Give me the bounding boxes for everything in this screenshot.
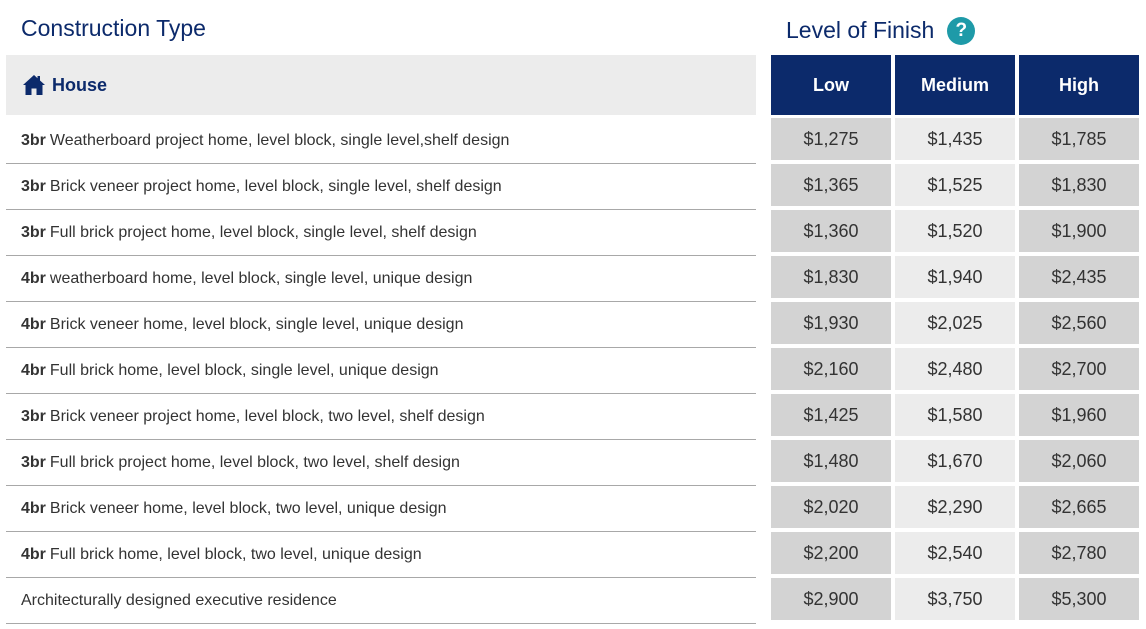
price-medium: $1,435 [895,118,1015,160]
table-row: 4br weatherboard home, level block, singl… [0,256,1146,302]
price-medium: $2,480 [895,348,1015,390]
price-low: $2,900 [771,578,891,620]
table-row: 4br Brick veneer home, level block, singl… [0,302,1146,348]
bedroom-count: 4br [21,499,46,517]
bedroom-count: 4br [21,269,46,287]
level-header-medium: Medium [895,55,1015,115]
price-high: $1,960 [1019,394,1139,436]
construction-description: 3br Full brick project home, level block,… [6,440,756,486]
description-text: weatherboard home, level block, single l… [49,269,473,287]
price-low: $1,830 [771,256,891,298]
table-row: 3br Brick veneer project home, level bloc… [0,394,1146,440]
level-of-finish-label: Level of Finish [786,16,935,43]
description-text: Brick veneer home, level block, two leve… [49,499,447,517]
description-text: Full brick home, level block, two level,… [49,545,422,563]
price-medium: $2,290 [895,486,1015,528]
bedroom-count: 3br [21,407,46,425]
price-high: $1,785 [1019,118,1139,160]
price-medium: $2,025 [895,302,1015,344]
construction-description: Architecturally designed executive resid… [6,578,756,624]
description-text: Weatherboard project home, level block, … [49,131,510,149]
price-table: 3br Weatherboard project home, level bloc… [0,118,1146,624]
construction-description: 4br Full brick home, level block, two lev… [6,532,756,578]
price-low: $2,020 [771,486,891,528]
price-medium: $3,750 [895,578,1015,620]
price-high: $2,700 [1019,348,1139,390]
price-high: $1,900 [1019,210,1139,252]
description-text: Full brick project home, level block, tw… [49,453,460,471]
description-text: Brick veneer project home, level block, … [49,407,485,425]
price-medium: $1,525 [895,164,1015,206]
price-high: $1,830 [1019,164,1139,206]
price-high: $2,060 [1019,440,1139,482]
price-high: $2,560 [1019,302,1139,344]
construction-description: 3br Full brick project home, level block,… [6,210,756,256]
price-high: $2,435 [1019,256,1139,298]
table-row: 4br Full brick home, level block, single … [0,348,1146,394]
price-low: $2,200 [771,532,891,574]
price-low: $1,360 [771,210,891,252]
price-high: $5,300 [1019,578,1139,620]
bedroom-count: 4br [21,545,46,563]
price-low: $1,930 [771,302,891,344]
bedroom-count: 4br [21,315,46,333]
construction-description: 4br Full brick home, level block, single … [6,348,756,394]
construction-description: 4br Brick veneer home, level block, singl… [6,302,756,348]
price-medium: $2,540 [895,532,1015,574]
bedroom-count: 4br [21,361,46,379]
house-category-bar: House [6,55,756,115]
table-row: 3br Brick veneer project home, level bloc… [0,164,1146,210]
table-row: 3br Weatherboard project home, level bloc… [0,118,1146,164]
bedroom-count: 3br [21,453,46,471]
level-of-finish-title: Level of Finish ? [786,15,976,45]
price-low: $1,365 [771,164,891,206]
construction-type-title: Construction Type [21,15,206,41]
table-row: 4br Brick veneer home, level block, two l… [0,486,1146,532]
price-high: $2,780 [1019,532,1139,574]
construction-description: 3br Brick veneer project home, level bloc… [6,394,756,440]
table-row: 4br Full brick home, level block, two lev… [0,532,1146,578]
description-text: Architecturally designed executive resid… [21,591,337,609]
table-row: 3br Full brick project home, level block,… [0,440,1146,486]
bedroom-count: 3br [21,223,46,241]
price-medium: $1,580 [895,394,1015,436]
construction-description: 3br Weatherboard project home, level bloc… [6,118,756,164]
price-medium: $1,670 [895,440,1015,482]
house-label: House [52,74,108,95]
description-text: Brick veneer home, level block, single l… [49,315,464,333]
price-high: $2,665 [1019,486,1139,528]
table-row: Architecturally designed executive resid… [0,578,1146,624]
bedroom-count: 3br [21,177,46,195]
table-row: 3br Full brick project home, level block,… [0,210,1146,256]
price-low: $1,275 [771,118,891,160]
construction-description: 3br Brick veneer project home, level bloc… [6,164,756,210]
price-medium: $1,940 [895,256,1015,298]
construction-description: 4br weatherboard home, level block, singl… [6,256,756,302]
help-icon[interactable]: ? [947,17,976,45]
price-low: $2,160 [771,348,891,390]
house-icon [22,74,46,96]
price-low: $1,425 [771,394,891,436]
price-low: $1,480 [771,440,891,482]
description-text: Full brick project home, level block, si… [49,223,477,241]
level-header-low: Low [771,55,891,115]
description-text: Full brick home, level block, single lev… [49,361,439,379]
level-header-high: High [1019,55,1139,115]
description-text: Brick veneer project home, level block, … [49,177,502,195]
construction-description: 4br Brick veneer home, level block, two l… [6,486,756,532]
price-medium: $1,520 [895,210,1015,252]
bedroom-count: 3br [21,131,46,149]
